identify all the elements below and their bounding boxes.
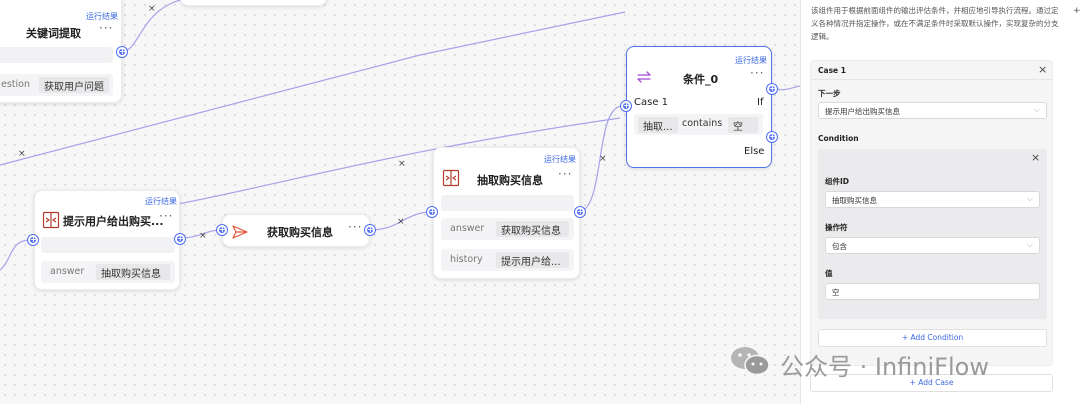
edge-delete-mark[interactable]: ×	[148, 4, 156, 14]
param-value: 获取购买信息	[496, 221, 569, 237]
edge-delete-mark[interactable]: ×	[398, 159, 406, 169]
watermark-text: 公众号 · InfiniFlow	[780, 353, 989, 381]
edge-left-in	[0, 239, 31, 271]
input-handle[interactable]: +	[621, 101, 631, 111]
send-icon	[232, 225, 248, 239]
more-menu-icon[interactable]: ···	[99, 21, 113, 35]
prompt-user-node[interactable]: 运行结果 提示用户给出购买... ··· answer 抽取购买信息	[34, 190, 180, 290]
param-row: answer 获取购买信息	[441, 218, 574, 240]
close-icon[interactable]: ×	[1031, 151, 1040, 164]
param-row: estion 获取用户问题	[0, 74, 113, 96]
node-bar	[441, 195, 574, 211]
chevron-down-icon: ⌵	[1033, 105, 1040, 114]
param-row: answer 抽取购买信息	[41, 261, 175, 283]
node-title: 条件_0	[683, 73, 719, 86]
run-result-link[interactable]: 运行结果	[735, 55, 767, 66]
keyword-extract-node[interactable]: 运行结果 关键词提取 ··· estion 获取用户问题	[0, 0, 122, 103]
condition-node[interactable]: 运行结果 条件_0 ··· Case 1 If 抽取... contains 空…	[626, 46, 772, 168]
expr-operator: contains	[682, 118, 723, 129]
next-step-select[interactable]: 提示用户给出购买信息 ⌵	[818, 102, 1047, 119]
run-result-link[interactable]: 运行结果	[145, 196, 177, 207]
chevron-down-icon: ⌵	[1026, 194, 1033, 203]
condition-box: × 组件ID 抽取购买信息 ⌵ 操作符 包含 ⌵ 值 空	[818, 149, 1047, 319]
param-row: history 提示用户给...	[441, 249, 574, 271]
condition-label: Condition	[818, 134, 859, 143]
run-result-link[interactable]: 运行结果	[544, 154, 576, 165]
param-key: estion	[1, 79, 30, 90]
input-handle[interactable]: +	[217, 225, 227, 235]
next-step-value: 提示用户给出购买信息	[825, 107, 900, 116]
output-handle[interactable]: +	[175, 234, 185, 244]
split-icon	[42, 211, 60, 229]
case-output-handle[interactable]: +	[767, 132, 777, 142]
output-handle[interactable]: +	[117, 47, 127, 57]
param-key: history	[450, 254, 483, 265]
output-handle[interactable]: +	[365, 225, 375, 235]
case-label: Case 1	[634, 97, 669, 108]
divider	[811, 79, 1052, 80]
value-input[interactable]: 空	[825, 283, 1040, 300]
param-key: answer	[50, 266, 85, 277]
case-title: Case 1	[818, 66, 846, 75]
wechat-logo-icon	[731, 347, 770, 376]
operator-label: 操作符	[825, 223, 848, 232]
chevron-down-icon: ⌵	[1026, 240, 1033, 249]
extract-purchase-info-node[interactable]: 运行结果 抽取购买信息 ··· answer 获取购买信息 history 提示…	[433, 147, 580, 279]
input-handle[interactable]: +	[427, 207, 437, 217]
node-title: 关键词提取	[26, 27, 81, 40]
if-output-handle[interactable]: +	[767, 84, 777, 94]
get-purchase-info-node[interactable]: 获取购买信息 ···	[222, 214, 370, 247]
case-card: Case 1 × 下一步 提示用户给出购买信息 ⌵ Condition × 组件…	[810, 60, 1053, 366]
close-icon[interactable]: ×	[1038, 63, 1047, 76]
workflow-canvas[interactable]: × × × × × × 运行结果 关键词提取 ··· estion 获取用户问题…	[0, 0, 800, 404]
watermark: 公众号 · InfiniFlow	[728, 343, 1058, 381]
output-handle[interactable]: +	[575, 207, 585, 217]
param-key: answer	[450, 223, 485, 234]
expr-value: 空	[728, 117, 758, 133]
more-menu-icon[interactable]: ···	[558, 167, 572, 181]
condition-expression: 抽取... contains 空	[634, 114, 763, 135]
edge-delete-mark[interactable]: ×	[199, 231, 207, 241]
input-handle[interactable]: +	[28, 235, 38, 245]
value-label: 值	[825, 269, 833, 278]
expr-component: 抽取...	[638, 117, 678, 133]
partial-node-top[interactable]	[180, 0, 327, 6]
edge-delete-mark[interactable]: ×	[397, 217, 405, 227]
switch-icon	[637, 71, 651, 83]
if-label: If	[757, 97, 764, 108]
param-value: 抽取购买信息	[96, 264, 170, 280]
component-id-label: 组件ID	[825, 177, 850, 186]
node-bar	[41, 237, 175, 253]
node-title: 提示用户给出购买...	[63, 215, 164, 228]
else-label: Else	[744, 146, 765, 157]
node-bar	[0, 47, 113, 63]
node-title: 获取购买信息	[267, 226, 333, 239]
more-menu-icon[interactable]: ···	[348, 220, 362, 234]
node-title: 抽取购买信息	[477, 174, 543, 187]
operator-value: 包含	[832, 242, 847, 251]
more-menu-icon[interactable]: ···	[159, 209, 173, 223]
next-step-label: 下一步	[818, 89, 841, 98]
more-menu-icon[interactable]: ···	[750, 66, 764, 80]
split-icon	[442, 169, 460, 187]
edge-delete-mark[interactable]: ×	[599, 154, 607, 164]
value-field-value: 空	[832, 288, 840, 297]
component-id-value: 抽取购买信息	[832, 196, 877, 205]
edge-delete-mark[interactable]: ×	[18, 149, 26, 159]
param-value: 提示用户给...	[496, 252, 569, 268]
component-description: 该组件用于根据前面组件的输出评估条件，并相应地引导执行流程。通过定义各种情况并指…	[811, 6, 1059, 41]
operator-select[interactable]: 包含 ⌵	[825, 237, 1040, 254]
add-icon[interactable]: +	[1073, 6, 1080, 16]
component-id-select[interactable]: 抽取购买信息 ⌵	[825, 191, 1040, 208]
param-value: 获取用户问题	[39, 77, 109, 93]
